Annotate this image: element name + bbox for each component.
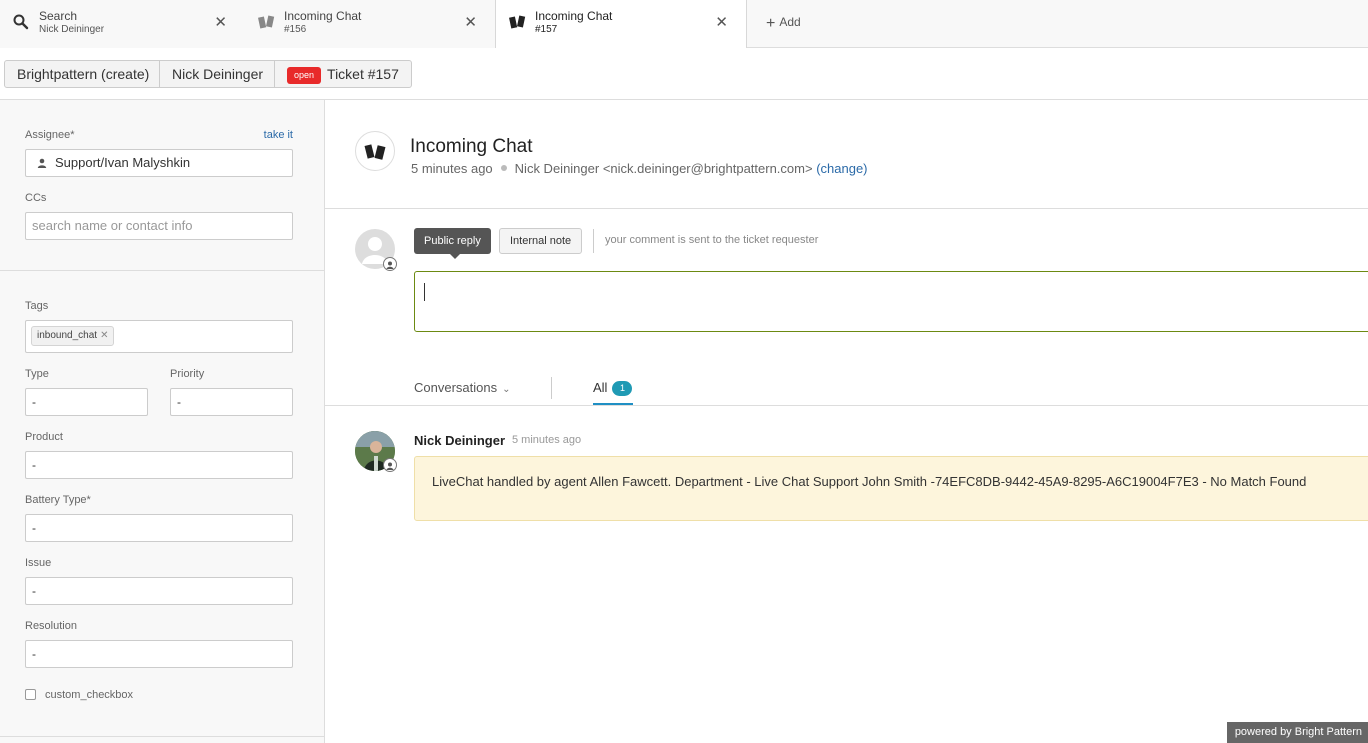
tab-search[interactable]: Search Nick Deininger ✕ xyxy=(0,0,246,48)
issue-select[interactable]: - xyxy=(25,577,293,605)
tab-subtitle: #157 xyxy=(535,24,558,35)
status-badge: open xyxy=(287,67,322,84)
public-reply-button[interactable]: Public reply xyxy=(414,228,491,259)
event-author[interactable]: Nick Deininger xyxy=(414,433,505,448)
type-label: Type xyxy=(25,368,49,380)
product-select[interactable]: - xyxy=(25,451,293,479)
count-badge: 1 xyxy=(612,381,633,396)
user-badge-icon xyxy=(383,458,397,472)
resolution-label: Resolution xyxy=(25,620,77,632)
divider xyxy=(593,229,594,253)
priority-select[interactable]: - xyxy=(170,388,293,416)
breadcrumb-organization[interactable]: Brightpattern (create) xyxy=(5,61,160,87)
divider xyxy=(0,736,324,737)
tab-incoming-chat-157[interactable]: Incoming Chat #157 ✕ xyxy=(496,0,747,49)
zendesk-icon xyxy=(258,15,275,29)
battery-type-select[interactable]: - xyxy=(25,514,293,542)
close-icon[interactable]: ✕ xyxy=(464,14,477,32)
issue-label: Issue xyxy=(25,557,52,569)
tab-title: Search xyxy=(39,9,78,23)
battery-type-label: Battery Type* xyxy=(25,494,91,506)
text-caret xyxy=(424,283,425,301)
ticket-meta: 5 minutes ago Nick Deininger <nick.deinin… xyxy=(411,161,868,176)
add-tab-button[interactable]: + Add xyxy=(766,15,801,33)
reply-hint: your comment is sent to the ticket reque… xyxy=(605,234,819,246)
tags-label: Tags xyxy=(25,300,49,312)
divider xyxy=(325,405,1368,406)
user-badge-icon xyxy=(383,257,397,271)
tab-subtitle: Nick Deininger xyxy=(39,24,105,35)
event-time: 5 minutes ago xyxy=(512,434,582,446)
breadcrumb-ticket[interactable]: open Ticket #157 xyxy=(275,61,411,87)
priority-label: Priority xyxy=(170,368,205,380)
powered-by-label: powered by Bright Pattern xyxy=(1226,722,1368,743)
divider xyxy=(0,270,324,271)
tab-all[interactable]: All 1 xyxy=(593,380,634,406)
search-icon xyxy=(13,14,29,30)
ticket-requester: Nick Deininger <nick.deininger@brightpat… xyxy=(514,161,813,176)
tab-subtitle: #156 xyxy=(284,24,307,35)
custom-checkbox-label: custom_checkbox xyxy=(45,689,134,701)
assignee-field[interactable]: Support/Ivan Malyshkin xyxy=(25,149,293,177)
ticket-properties-sidebar: Assignee* take it Support/Ivan Malyshkin… xyxy=(0,100,325,743)
ticket-time: 5 minutes ago xyxy=(411,161,493,176)
tab-bar: Search Nick Deininger ✕ Incoming Chat #1… xyxy=(0,0,1368,49)
custom-checkbox[interactable] xyxy=(25,689,36,700)
conversations-filter[interactable]: Conversations ⌄ xyxy=(414,380,511,395)
assignee-label: Assignee* xyxy=(25,129,75,141)
divider xyxy=(551,377,552,399)
ticket-main: Incoming Chat 5 minutes ago Nick Deininge… xyxy=(325,100,1368,743)
tag-chip: inbound_chat ✕ xyxy=(31,326,115,346)
user-icon xyxy=(37,158,47,168)
ticket-title: Incoming Chat xyxy=(410,136,533,157)
change-requester-link[interactable]: (change) xyxy=(816,161,867,176)
breadcrumb: Brightpattern (create) Nick Deininger op… xyxy=(4,60,412,88)
divider xyxy=(325,208,1368,209)
event-message: LiveChat handled by agent Allen Fawcett.… xyxy=(414,456,1368,521)
tab-title: Incoming Chat xyxy=(284,9,362,23)
ccs-label: CCs xyxy=(25,192,47,204)
type-select[interactable]: - xyxy=(25,388,148,416)
tab-all-label: All xyxy=(593,380,608,395)
tab-title: Incoming Chat xyxy=(535,9,613,23)
tag-label: inbound_chat xyxy=(37,330,98,341)
ticket-channel-avatar xyxy=(355,131,395,171)
assignee-value: Support/Ivan Malyshkin xyxy=(55,155,191,170)
add-tab-label: Add xyxy=(779,15,801,29)
plus-icon: + xyxy=(766,15,776,32)
ticket-label: Ticket #157 xyxy=(327,66,399,82)
zendesk-icon xyxy=(364,144,386,160)
resolution-select[interactable]: - xyxy=(25,640,293,668)
product-label: Product xyxy=(25,431,63,443)
tab-incoming-chat-156[interactable]: Incoming Chat #156 ✕ xyxy=(245,0,496,48)
chevron-down-icon: ⌄ xyxy=(502,384,511,395)
breadcrumb-requester[interactable]: Nick Deininger xyxy=(160,61,275,87)
internal-note-button[interactable]: Internal note xyxy=(499,228,583,254)
tags-input[interactable]: inbound_chat ✕ xyxy=(25,320,293,353)
conversations-label: Conversations xyxy=(414,380,498,395)
comment-input[interactable] xyxy=(414,271,1368,332)
breadcrumb-bar: Brightpattern (create) Nick Deininger op… xyxy=(0,48,1368,100)
remove-tag-icon[interactable]: ✕ xyxy=(100,330,108,341)
ccs-input[interactable]: search name or contact info xyxy=(25,212,293,240)
separator-dot xyxy=(500,165,507,171)
close-icon[interactable]: ✕ xyxy=(214,14,227,32)
zendesk-icon xyxy=(509,15,526,29)
close-icon[interactable]: ✕ xyxy=(715,14,728,32)
take-it-link[interactable]: take it xyxy=(264,129,293,141)
